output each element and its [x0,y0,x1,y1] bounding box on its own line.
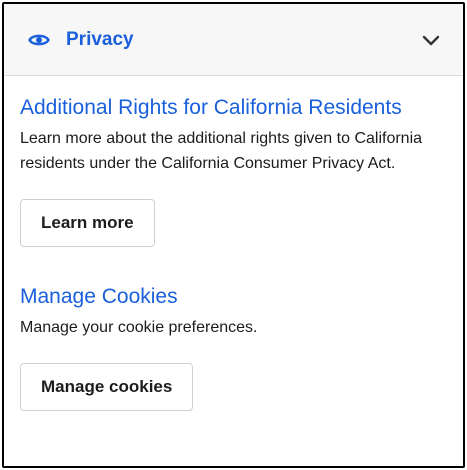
california-rights-description: Learn more about the additional rights g… [20,130,423,172]
eye-icon [26,27,52,53]
chevron-down-icon[interactable] [419,28,443,52]
manage-cookies-description: Manage your cookie preferences. [20,319,258,336]
california-rights-heading: Additional Rights for California Residen… [20,96,402,119]
manage-cookies-button[interactable]: Manage cookies [20,363,194,411]
manage-cookies-heading: Manage Cookies [20,285,178,308]
privacy-section-header[interactable]: Privacy [4,4,463,76]
section-content: Additional Rights for California Residen… [4,76,463,411]
privacy-panel: Privacy Additional Rights for California… [2,2,465,468]
california-rights-block: Additional Rights for California Residen… [20,94,447,247]
section-title: Privacy [66,28,134,50]
manage-cookies-block: Manage Cookies Manage your cookie prefer… [20,283,447,411]
learn-more-button[interactable]: Learn more [20,199,155,247]
